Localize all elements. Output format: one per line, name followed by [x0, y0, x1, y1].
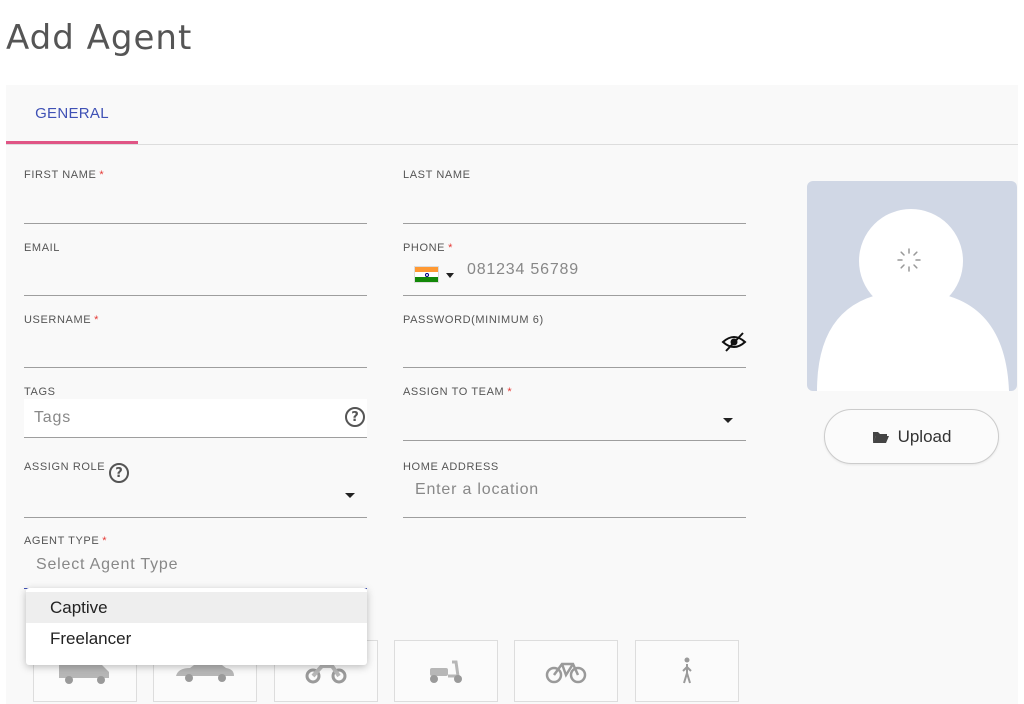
agent-type-select[interactable]: AGENT TYPE * Select Agent Type — [24, 535, 367, 589]
tags-input[interactable]: Tags ? — [24, 399, 367, 437]
home-address-placeholder: Enter a location — [415, 481, 539, 498]
tab-general[interactable]: GENERAL — [6, 85, 138, 144]
page-title: Add Agent — [6, 18, 193, 58]
vehicle-walking-button[interactable] — [635, 640, 739, 702]
india-flag-icon[interactable] — [414, 266, 439, 283]
country-caret-icon[interactable] — [446, 273, 454, 278]
first-name-label: FIRST NAME * — [24, 169, 105, 181]
phone-field[interactable]: PHONE * 081234 56789 — [403, 242, 746, 296]
tags-placeholder: Tags — [34, 409, 71, 426]
password-field[interactable]: PASSWORD(MINIMUM 6) — [403, 314, 747, 368]
chevron-down-icon[interactable] — [723, 418, 733, 423]
agent-type-label: AGENT TYPE * — [24, 535, 108, 547]
agent-type-option-captive[interactable]: Captive — [26, 592, 367, 623]
assign-role-select[interactable]: ASSIGN ROLE ? — [24, 461, 367, 518]
email-field[interactable]: EMAIL — [24, 242, 367, 296]
form-panel: GENERAL FIRST NAME * LAST NAME EMAIL PHON… — [6, 85, 1018, 704]
tags-label: TAGS — [24, 386, 56, 398]
avatar — [807, 181, 1017, 391]
phone-label: PHONE * — [403, 242, 454, 254]
user-silhouette-icon — [817, 209, 1009, 391]
password-label: PASSWORD(MINIMUM 6) — [403, 314, 544, 326]
last-name-field[interactable]: LAST NAME — [403, 169, 746, 224]
upload-button[interactable]: Upload — [824, 409, 999, 464]
phone-placeholder: 081234 56789 — [467, 261, 579, 278]
bicycle-icon — [545, 662, 587, 684]
first-name-field[interactable]: FIRST NAME * — [24, 169, 367, 224]
spinner-icon — [897, 248, 921, 272]
vehicle-bicycle-button[interactable] — [514, 640, 618, 702]
last-name-label: LAST NAME — [403, 169, 471, 181]
eye-off-icon[interactable] — [721, 331, 747, 358]
home-address-label: HOME ADDRESS — [403, 461, 499, 473]
assign-team-label: ASSIGN TO TEAM * — [403, 386, 513, 398]
email-label: EMAIL — [24, 242, 61, 254]
help-icon[interactable]: ? — [345, 407, 365, 427]
folder-open-icon — [872, 431, 889, 443]
assign-team-select[interactable]: ASSIGN TO TEAM * — [403, 386, 746, 441]
agent-type-placeholder: Select Agent Type — [36, 556, 179, 573]
assign-role-label: ASSIGN ROLE — [24, 461, 106, 473]
walking-icon — [682, 657, 692, 684]
chevron-down-icon[interactable] — [345, 493, 355, 498]
vehicle-scooter-button[interactable] — [394, 640, 498, 702]
tags-field[interactable]: TAGS Tags ? — [24, 386, 367, 438]
upload-label: Upload — [897, 426, 952, 446]
username-field[interactable]: USERNAME * — [24, 314, 367, 368]
tab-bar: GENERAL — [6, 85, 1018, 145]
username-label: USERNAME * — [24, 314, 100, 326]
home-address-field[interactable]: HOME ADDRESS Enter a location — [403, 461, 746, 518]
agent-type-dropdown-menu: Captive Freelancer — [26, 588, 367, 665]
help-icon[interactable]: ? — [109, 463, 129, 483]
agent-type-option-freelancer[interactable]: Freelancer — [26, 623, 367, 654]
scooter-icon — [430, 660, 462, 683]
